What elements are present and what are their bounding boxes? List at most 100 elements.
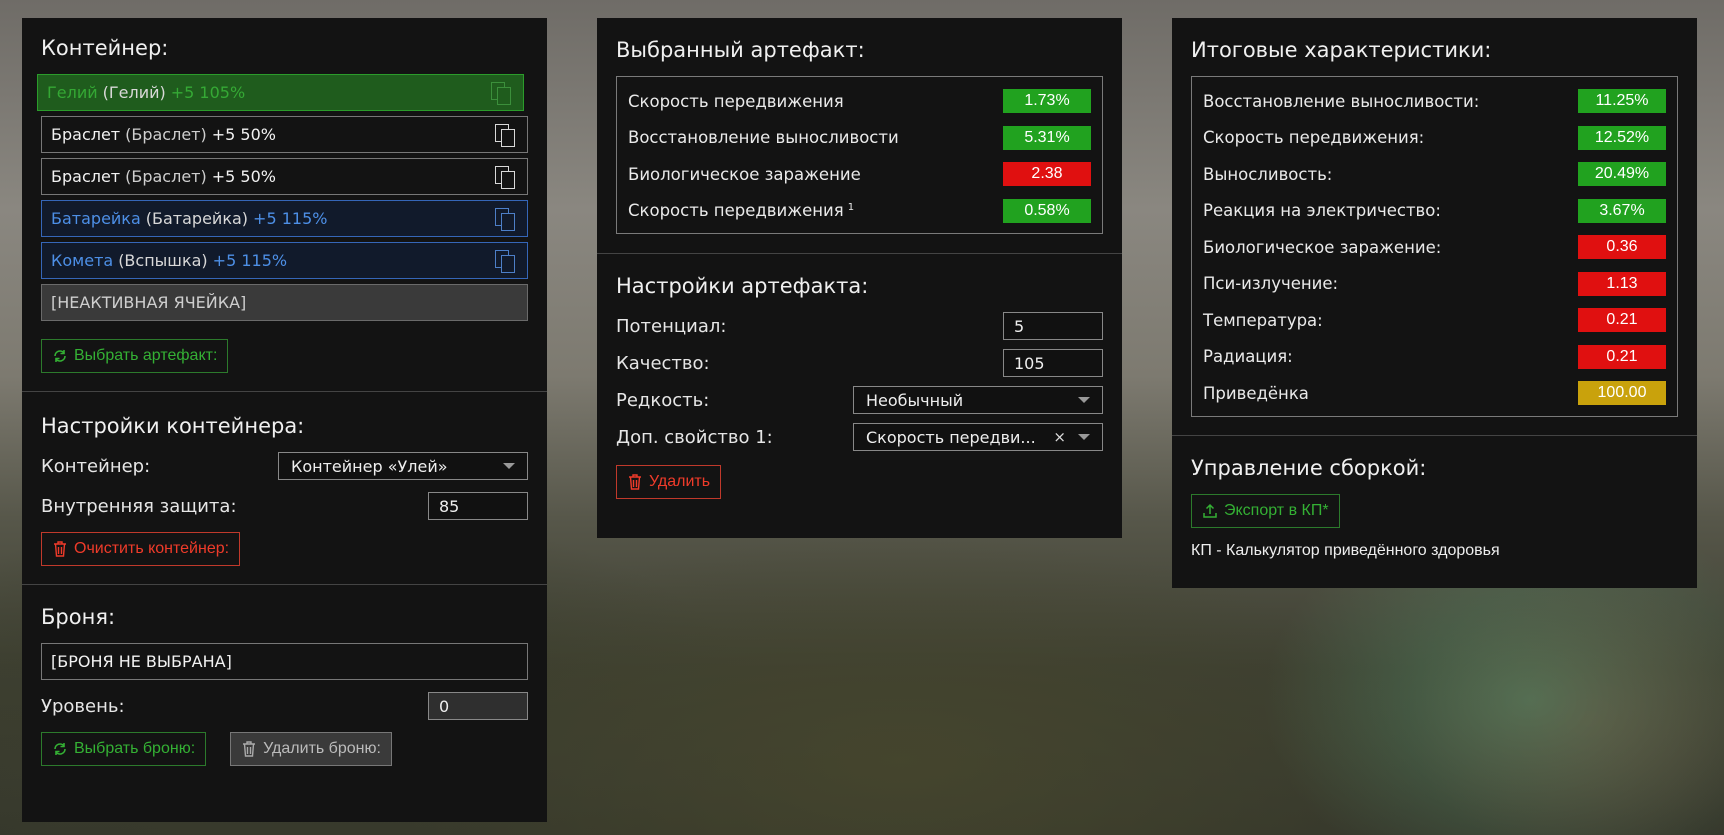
build-mgmt-title: Управление сборкой: <box>1191 455 1427 480</box>
stat-row: Пси-излучение: 1.13 <box>1203 266 1666 303</box>
slot-bonus: +5 115% <box>212 251 288 270</box>
slot-bonus: +5 50% <box>211 167 276 186</box>
extra-property-label: Доп. свойство 1: <box>616 426 773 448</box>
totals-panel: Итоговые характеристики: Восстановление … <box>1172 18 1697 588</box>
copy-icon[interactable] <box>495 124 517 148</box>
stat-row: Биологическое заражение: 0.36 <box>1203 229 1666 266</box>
slot-type: (Браслет) <box>125 125 207 144</box>
inactive-slot: [НЕАКТИВНАЯ ЯЧЕЙКА] <box>41 284 528 321</box>
totals-stats: Восстановление выносливости: 11.25% Скорос… <box>1191 76 1678 417</box>
container-label: Контейнер: <box>41 455 151 477</box>
rarity-select[interactable]: Необычный <box>853 386 1103 414</box>
stat-value-badge: 1.73% <box>1003 89 1091 114</box>
delete-artifact-label: Удалить <box>649 473 711 490</box>
stat-value-badge: 0.36 <box>1578 235 1666 260</box>
stat-row: Выносливость: 20.49% <box>1203 156 1666 193</box>
upload-icon <box>1203 503 1217 518</box>
stat-value-badge: 20.49% <box>1578 162 1666 187</box>
export-label: Экспорт в КП* <box>1224 501 1329 519</box>
artifact-settings-title: Настройки артефакта: <box>616 274 869 298</box>
container-slot[interactable]: Браслет (Браслет) +5 50% <box>41 158 528 195</box>
container-slot[interactable]: Батарейка (Батарейка) +5 115% <box>41 200 528 237</box>
slot-name: Браслет <box>51 125 121 144</box>
stat-value-badge: 2.38 <box>1003 162 1091 187</box>
chevron-down-icon <box>1078 434 1090 440</box>
slot-type: (Батарейка) <box>145 209 249 228</box>
totals-title: Итоговые характеристики: <box>1191 38 1492 62</box>
stat-value-badge: 100.00 <box>1578 381 1666 406</box>
delete-armor-label: Удалить броню: <box>263 740 381 757</box>
trash-icon <box>54 541 66 557</box>
copy-icon[interactable] <box>495 166 517 190</box>
stat-value-badge: 0.21 <box>1578 344 1666 369</box>
container-select[interactable]: Контейнер «Улей» <box>278 452 528 480</box>
stat-label: Биологическое заражение: <box>1203 237 1442 257</box>
delete-armor-button[interactable]: Удалить броню: <box>230 732 392 766</box>
quality-label: Качество: <box>616 352 710 374</box>
slot-bonus: +5 105% <box>170 83 246 102</box>
stat-label: Реакция на электричество: <box>1203 201 1441 221</box>
container-slots: Гелий (Гелий) +5 105% Браслет (Браслет) +5 50… <box>37 74 528 279</box>
stat-footnote: 1 <box>847 201 855 213</box>
stat-row: Температура: 0.21 <box>1203 302 1666 339</box>
clear-container-button[interactable]: Очистить контейнер: <box>41 532 241 566</box>
select-artifact-button[interactable]: Выбрать артефакт: <box>41 339 229 373</box>
export-button[interactable]: Экспорт в КП* <box>1191 493 1340 528</box>
stat-label: Биологическое заражение <box>628 164 861 184</box>
stat-label: Температура: <box>1203 310 1323 330</box>
stat-label: Скорость передвижения: <box>1203 128 1425 148</box>
container-select-value: Контейнер «Улей» <box>291 456 448 476</box>
stat-row: Скорость передвижения: 12.52% <box>1203 120 1666 157</box>
select-artifact-label: Выбрать артефакт: <box>74 347 218 364</box>
stat-row: Скорость передвижения 1.73% <box>628 83 1091 120</box>
stat-label: Пси-излучение: <box>1203 274 1339 294</box>
potential-label: Потенциал: <box>616 315 727 337</box>
stat-row: Приведёнка 100.00 <box>1203 375 1666 412</box>
trash-icon <box>243 741 256 757</box>
extra-property-value: Скорость передви... <box>866 427 1036 447</box>
copy-icon[interactable] <box>491 82 513 106</box>
rarity-value: Необычный <box>866 390 964 410</box>
slot-name: Батарейка <box>51 209 141 228</box>
container-panel: Контейнер: Гелий (Гелий) +5 105% Браслет (Бр… <box>22 18 547 822</box>
level-label: Уровень: <box>41 695 125 717</box>
stat-value-badge: 1.13 <box>1578 271 1666 296</box>
stat-value-badge: 0.58% <box>1003 198 1091 223</box>
extra-property-select[interactable]: Скорость передви... × <box>853 423 1103 451</box>
container-slot[interactable]: Комета (Вспышка) +5 115% <box>41 242 528 279</box>
container-slot[interactable]: Браслет (Браслет) +5 50% <box>41 116 528 153</box>
stat-label: Радиация: <box>1203 347 1293 367</box>
stat-value-badge: 12.52% <box>1578 125 1666 150</box>
armor-slot[interactable]: [БРОНЯ НЕ ВЫБРАНА] <box>41 643 528 680</box>
slot-type: (Браслет) <box>125 167 207 186</box>
trash-icon <box>629 474 641 490</box>
delete-artifact-button[interactable]: Удалить <box>616 465 722 499</box>
container-title: Контейнер: <box>41 36 169 60</box>
container-slot[interactable]: Гелий (Гелий) +5 105% <box>37 74 524 111</box>
stat-value-badge: 0.21 <box>1578 308 1666 333</box>
rarity-label: Редкость: <box>616 389 710 411</box>
stat-row: Восстановление выносливости: 11.25% <box>1203 83 1666 120</box>
clear-icon[interactable]: × <box>1053 428 1066 446</box>
protection-input[interactable]: 85 <box>428 492 528 520</box>
level-input[interactable]: 0 <box>428 692 528 720</box>
export-note: КП - Калькулятор приведённого здоровья <box>1191 541 1500 559</box>
potential-input[interactable]: 5 <box>1003 312 1103 340</box>
stat-label: Выносливость: <box>1203 164 1333 184</box>
copy-icon[interactable] <box>495 250 517 274</box>
stat-label: Восстановление выносливости <box>628 128 899 148</box>
chevron-down-icon <box>1078 397 1090 403</box>
stat-value-badge: 11.25% <box>1578 89 1666 114</box>
stat-row: Радиация: 0.21 <box>1203 339 1666 376</box>
refresh-icon <box>54 743 66 755</box>
stat-label: Приведёнка <box>1203 383 1309 403</box>
stat-label: Скорость передвижения 1 <box>628 201 855 221</box>
select-armor-button[interactable]: Выбрать броню: <box>41 732 207 766</box>
slot-name: Браслет <box>51 167 121 186</box>
container-settings-title: Настройки контейнера: <box>41 414 305 438</box>
chevron-down-icon <box>503 463 515 469</box>
clear-container-label: Очистить контейнер: <box>74 540 230 557</box>
selected-artifact-title: Выбранный артефакт: <box>616 38 865 62</box>
quality-input[interactable]: 105 <box>1003 349 1103 377</box>
copy-icon[interactable] <box>495 208 517 232</box>
